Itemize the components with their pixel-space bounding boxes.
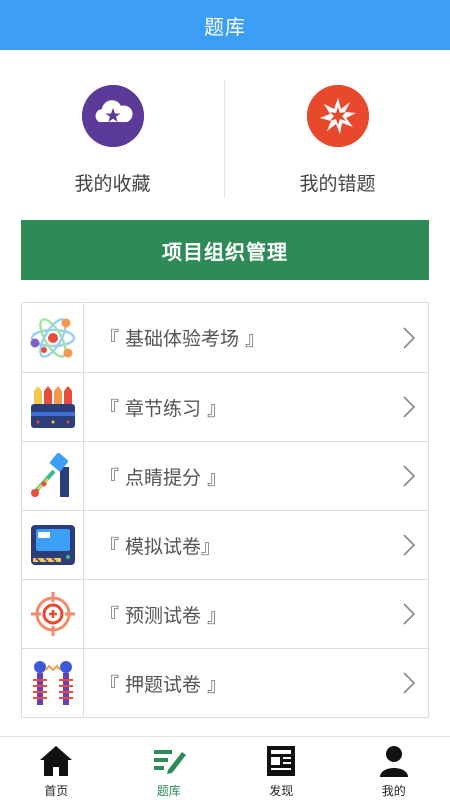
- menu-item-label: 『 章节练习 』: [100, 397, 227, 420]
- list-edit-icon: [151, 743, 187, 779]
- menu-item-label: 『 基础体验考场 』: [100, 328, 265, 350]
- menu-item-key-points[interactable]: 『 点睛提分 』: [22, 441, 428, 510]
- menu-item-label: 『 点睛提分 』: [100, 466, 227, 489]
- banner-label: 项目组织管理: [162, 239, 288, 264]
- telescope-icon: [22, 442, 84, 510]
- tab-discover[interactable]: 发现: [225, 737, 338, 800]
- tab-mine[interactable]: 我的: [338, 737, 450, 800]
- chevron-right-icon: [390, 649, 428, 717]
- wrong-questions-shortcut[interactable]: 我的错题: [225, 50, 450, 220]
- tab-label: 发现: [269, 784, 294, 798]
- favorites-shortcut[interactable]: 我的收藏: [0, 50, 225, 220]
- menu-item-chapter-practice[interactable]: 『 章节练习 』: [22, 372, 428, 441]
- tab-label: 首页: [44, 784, 69, 798]
- user-icon: [376, 743, 412, 779]
- chevron-right-icon: [390, 442, 428, 510]
- bottom-tab-bar: 首页 题库 发现 我的: [0, 736, 450, 800]
- shortcut-row: 我的收藏 我的错题: [0, 50, 450, 220]
- pencils-icon: [22, 373, 84, 441]
- menu-item-label: 『 预测试卷 』: [100, 604, 227, 627]
- burst-icon: [306, 85, 369, 147]
- favorites-label: 我的收藏: [74, 173, 151, 195]
- news-icon: [263, 743, 299, 779]
- home-icon: [38, 743, 74, 779]
- target-icon: [22, 580, 84, 648]
- menu-item-label: 『 押题试卷 』: [100, 673, 227, 696]
- chevron-right-icon: [390, 511, 428, 579]
- top-bar: 题库: [0, 0, 450, 50]
- menu-item-predict-paper[interactable]: 『 预测试卷 』: [22, 579, 428, 648]
- atom-icon: [22, 303, 84, 372]
- menu-item-basic-exam[interactable]: 『 基础体验考场 』: [22, 303, 428, 372]
- course-banner[interactable]: 项目组织管理: [21, 220, 429, 280]
- menu-item-mock-paper[interactable]: 『 模拟试卷』: [22, 510, 428, 579]
- question-menu: 『 基础体验考场 』 『 章节练习 』 『 点睛提分 』 『 模拟试卷』 『 预…: [21, 302, 429, 718]
- tab-home[interactable]: 首页: [0, 737, 113, 800]
- cloud-star-icon: [81, 85, 144, 147]
- menu-item-label: 『 模拟试卷』: [100, 535, 221, 558]
- tab-label: 题库: [156, 784, 181, 798]
- divider: [224, 80, 225, 198]
- chevron-right-icon: [390, 373, 428, 441]
- wrong-questions-label: 我的错题: [299, 173, 376, 195]
- tab-label: 我的: [381, 784, 406, 798]
- chevron-right-icon: [390, 303, 428, 372]
- chevron-right-icon: [390, 580, 428, 648]
- tab-question-bank[interactable]: 题库: [113, 737, 226, 800]
- page-title: 题库: [204, 14, 246, 39]
- menu-item-final-paper[interactable]: 『 押题试卷 』: [22, 648, 428, 717]
- spring-icon: [22, 649, 84, 717]
- monitor-icon: [22, 511, 84, 579]
